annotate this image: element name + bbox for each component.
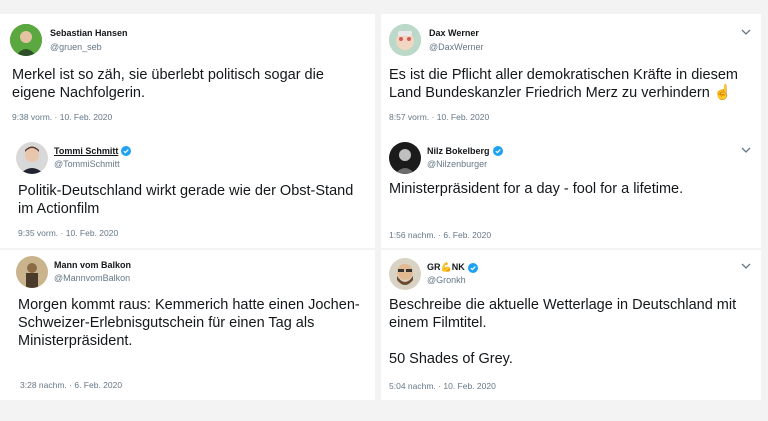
tweet-card[interactable]: Dax Werner @DaxWerner Es ist die Pflicht… bbox=[381, 14, 761, 136]
tweet-timestamp[interactable]: 1:56 nachm. · 6. Feb. 2020 bbox=[389, 230, 491, 240]
tweet-card[interactable]: Mann vom Balkon @MannvomBalkon Morgen ko… bbox=[0, 250, 375, 400]
author-name[interactable]: Mann vom Balkon bbox=[54, 260, 131, 270]
avatar[interactable] bbox=[389, 24, 421, 56]
tweet-text: Politik-Deutschland wirkt gerade wie der… bbox=[18, 183, 354, 217]
author-handle[interactable]: @Nilzenburger bbox=[427, 159, 487, 169]
chevron-down-icon[interactable] bbox=[741, 262, 751, 270]
tweet-timestamp[interactable]: 9:35 vorm. · 10. Feb. 2020 bbox=[18, 228, 118, 238]
verified-badge-icon bbox=[121, 146, 132, 156]
author-handle[interactable]: @MannvomBalkon bbox=[54, 273, 130, 283]
author-handle[interactable]: @TommiSchmitt bbox=[54, 159, 120, 169]
tweet-card[interactable]: Sebastian Hansen @gruen_seb Merkel ist s… bbox=[0, 14, 375, 136]
author-handle[interactable]: @DaxWerner bbox=[429, 42, 483, 52]
tweet-text: Merkel ist so zäh, sie überlebt politisc… bbox=[12, 67, 324, 101]
avatar[interactable] bbox=[389, 142, 421, 174]
author-handle[interactable]: @gruen_seb bbox=[50, 42, 102, 52]
tweet-text: Beschreibe die aktuelle Wetterlage in De… bbox=[389, 297, 737, 367]
avatar[interactable] bbox=[389, 258, 421, 290]
tweet-timestamp[interactable]: 5:04 nachm. · 10. Feb. 2020 bbox=[389, 381, 496, 391]
chevron-down-icon[interactable] bbox=[741, 146, 751, 154]
avatar[interactable] bbox=[10, 24, 42, 56]
verified-badge-icon bbox=[492, 146, 503, 156]
tweet-text: Es ist die Pflicht aller demokratischen … bbox=[389, 67, 738, 101]
tweet-text: Morgen kommt raus: Kemmerich hatte einen… bbox=[18, 297, 360, 349]
chevron-down-icon[interactable] bbox=[741, 28, 751, 36]
author-name[interactable]: Tommi Schmitt bbox=[54, 146, 132, 156]
avatar[interactable] bbox=[16, 256, 48, 288]
author-name[interactable]: GR💪NK bbox=[427, 262, 478, 273]
author-name[interactable]: Dax Werner bbox=[429, 28, 479, 38]
avatar[interactable] bbox=[16, 142, 48, 174]
tweet-timestamp[interactable]: 8:57 vorm. · 10. Feb. 2020 bbox=[389, 112, 489, 122]
tweet-timestamp[interactable]: 9:38 vorm. · 10. Feb. 2020 bbox=[12, 112, 112, 122]
tweet-card[interactable]: GR💪NK @Gronkh Beschreibe die aktuelle We… bbox=[381, 250, 761, 400]
tweet-text: Ministerpräsident for a day - fool for a… bbox=[389, 181, 684, 197]
tweet-timestamp[interactable]: 3:28 nachm. · 6. Feb. 2020 bbox=[20, 380, 122, 390]
tweet-card[interactable]: Tommi Schmitt @TommiSchmitt Politik-Deut… bbox=[0, 136, 375, 248]
author-name[interactable]: Sebastian Hansen bbox=[50, 28, 128, 38]
verified-badge-icon bbox=[467, 262, 478, 273]
tweet-card[interactable]: Nilz Bokelberg @Nilzenburger Ministerprä… bbox=[381, 136, 761, 248]
author-name[interactable]: Nilz Bokelberg bbox=[427, 146, 503, 156]
author-handle[interactable]: @Gronkh bbox=[427, 275, 466, 285]
